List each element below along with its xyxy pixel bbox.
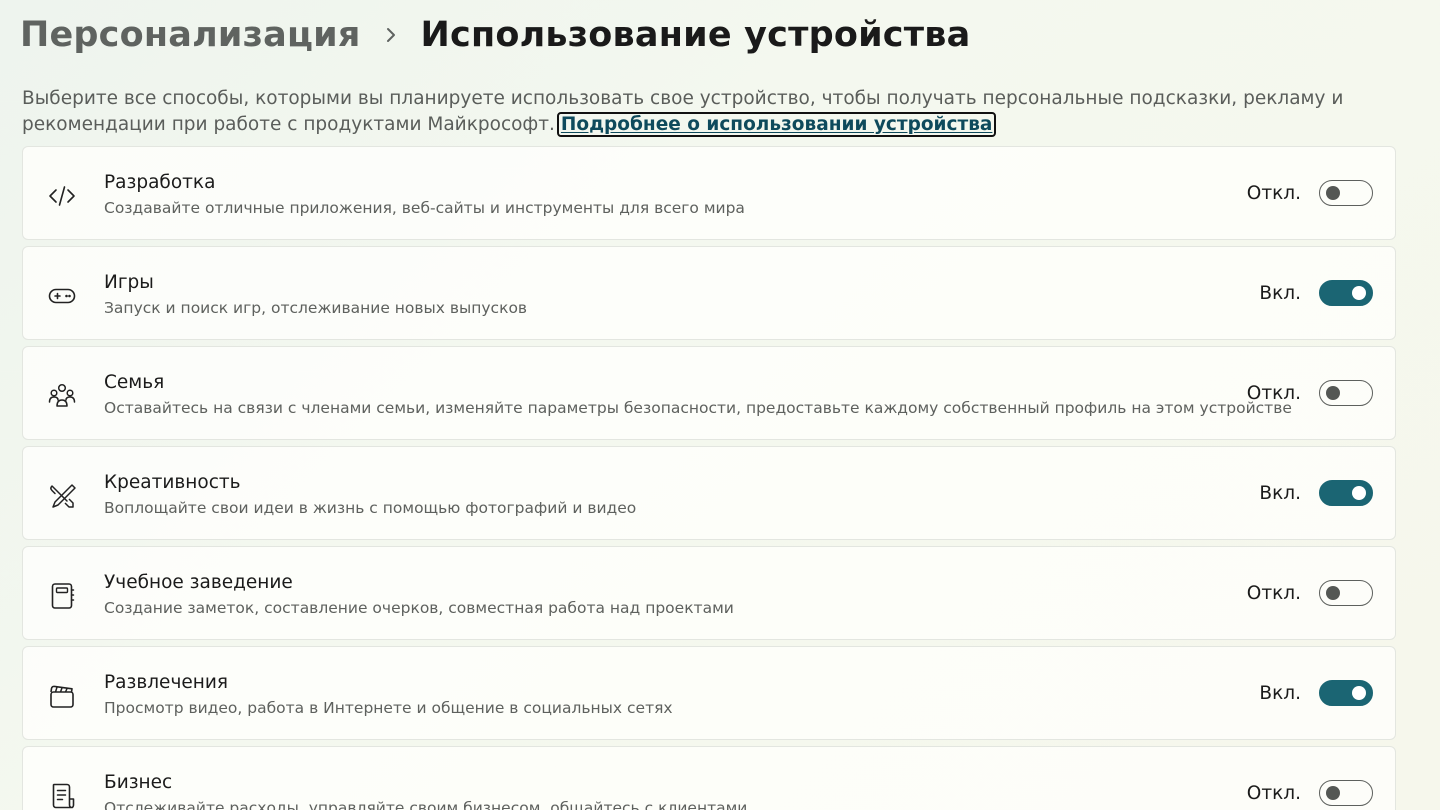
item-title: Бизнес xyxy=(104,772,173,793)
usage-item-creativity: Креативность Воплощайте свои идеи в жизн… xyxy=(22,446,1396,540)
toggle-knob xyxy=(1326,586,1340,600)
toggle-state-label: Вкл. xyxy=(1259,683,1301,704)
toggle-knob xyxy=(1326,786,1340,800)
item-subtitle: Просмотр видео, работа в Интернете и общ… xyxy=(104,699,673,717)
code-icon xyxy=(47,181,77,211)
item-title: Учебное заведение xyxy=(104,572,293,593)
toggle-knob xyxy=(1352,486,1366,500)
item-title: Развлечения xyxy=(104,672,228,693)
item-title: Креативность xyxy=(104,472,241,493)
item-subtitle: Запуск и поиск игр, отслеживание новых в… xyxy=(104,299,528,317)
clapperboard-icon xyxy=(47,681,77,711)
toggle-state-label: Откл. xyxy=(1246,383,1301,404)
family-icon xyxy=(47,381,77,411)
creativity-toggle[interactable] xyxy=(1319,480,1373,506)
learn-more-link[interactable]: Подробнее о использовании устройства xyxy=(556,112,997,137)
usage-item-entertainment: Развлечения Просмотр видео, работа в Инт… xyxy=(22,646,1396,740)
item-subtitle: Воплощайте свои идеи в жизнь с помощью ф… xyxy=(104,499,637,517)
usage-item-family: Семья Оставайтесь на связи с членами сем… xyxy=(22,346,1396,440)
toggle-knob xyxy=(1352,286,1366,300)
gamepad-icon xyxy=(47,281,77,311)
development-toggle[interactable] xyxy=(1319,180,1373,206)
gaming-toggle[interactable] xyxy=(1319,280,1373,306)
chevron-right-icon xyxy=(361,10,421,60)
item-title: Разработка xyxy=(104,172,216,193)
entertainment-toggle[interactable] xyxy=(1319,680,1373,706)
toggle-knob xyxy=(1352,686,1366,700)
item-subtitle: Создание заметок, составление очерков, с… xyxy=(104,599,734,617)
usage-item-gaming: Игры Запуск и поиск игр, отслеживание но… xyxy=(22,246,1396,340)
item-title: Игры xyxy=(104,272,154,293)
family-toggle[interactable] xyxy=(1319,380,1373,406)
toggle-knob xyxy=(1326,386,1340,400)
device-usage-list: Разработка Создавайте отличные приложени… xyxy=(22,146,1396,810)
breadcrumb: Персонализация Использование устройства xyxy=(20,10,970,60)
toggle-state-label: Откл. xyxy=(1246,783,1301,804)
document-icon xyxy=(47,781,77,810)
usage-item-business: Бизнес Отслеживайте расходы, управляйте … xyxy=(22,746,1396,810)
school-toggle[interactable] xyxy=(1319,580,1373,606)
brush-pencil-icon xyxy=(47,481,77,511)
item-subtitle: Создавайте отличные приложения, веб-сайт… xyxy=(104,199,745,217)
page-description: Выберите все способы, которыми вы планир… xyxy=(22,86,1412,138)
toggle-state-label: Откл. xyxy=(1246,583,1301,604)
toggle-knob xyxy=(1326,186,1340,200)
breadcrumb-parent[interactable]: Персонализация xyxy=(20,15,361,55)
notebook-icon xyxy=(47,581,77,611)
item-subtitle: Оставайтесь на связи с членами семьи, из… xyxy=(104,399,1292,417)
page-title: Использование устройства xyxy=(420,15,971,55)
usage-item-school: Учебное заведение Создание заметок, сост… xyxy=(22,546,1396,640)
toggle-state-label: Вкл. xyxy=(1259,283,1301,304)
item-subtitle: Отслеживайте расходы, управляйте своим б… xyxy=(104,799,748,810)
usage-item-development: Разработка Создавайте отличные приложени… xyxy=(22,146,1396,240)
item-title: Семья xyxy=(104,372,165,393)
toggle-state-label: Откл. xyxy=(1246,183,1301,204)
business-toggle[interactable] xyxy=(1319,780,1373,806)
toggle-state-label: Вкл. xyxy=(1259,483,1301,504)
